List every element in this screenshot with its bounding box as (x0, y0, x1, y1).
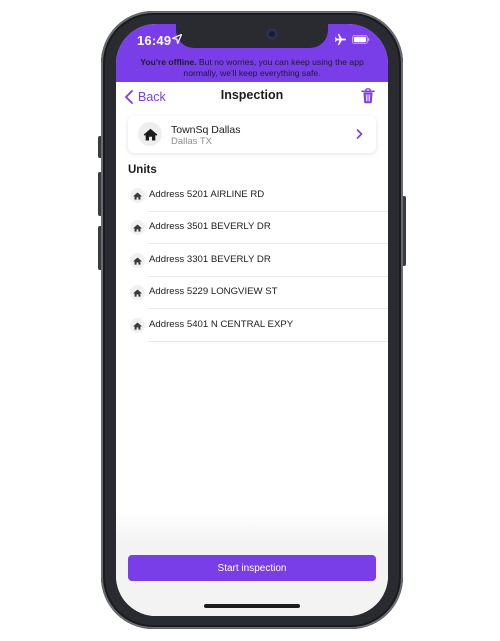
unit-icon (130, 253, 145, 268)
house-icon (133, 322, 142, 330)
house-icon (133, 224, 142, 232)
property-name: TownSq Dallas (171, 124, 241, 136)
offline-text-line1: But no worries, you can keep using the a… (196, 57, 364, 67)
page-title: Inspection (220, 88, 284, 102)
house-icon (143, 128, 157, 140)
notch (176, 24, 328, 48)
front-camera (266, 28, 278, 40)
battery-icon (352, 35, 370, 44)
status-time: 16:49 (137, 33, 172, 48)
unit-row[interactable]: Address 3501 BEVERLY DR (128, 212, 388, 244)
unit-icon (130, 188, 145, 203)
footer-fade (116, 512, 388, 542)
unit-label: Address 5401 N CENTRAL EXPY (149, 319, 294, 330)
start-inspection-button[interactable]: Start inspection (128, 555, 376, 581)
unit-icon (130, 285, 145, 300)
app-screen: 16:49 You're offline. But no worries, yo… (116, 24, 388, 616)
device-frame: 16:49 You're offline. But no worries, yo… (0, 0, 500, 641)
home-indicator[interactable] (204, 604, 300, 608)
offline-title: You're offline. (140, 57, 197, 67)
unit-row[interactable]: Address 5401 N CENTRAL EXPY (128, 310, 388, 342)
property-card[interactable]: TownSq Dallas Dallas TX (128, 116, 376, 153)
row-divider (148, 341, 388, 342)
offline-message: You're offline. But no worries, you can … (116, 57, 388, 79)
unit-label: Address 3501 BEVERLY DR (149, 221, 271, 232)
unit-row[interactable]: Address 3301 BEVERLY DR (128, 245, 388, 277)
property-location: Dallas TX (171, 136, 213, 147)
row-divider (148, 243, 388, 244)
property-avatar (138, 122, 162, 146)
airplane-mode-icon (334, 33, 347, 46)
location-arrow-icon (172, 34, 182, 44)
offline-banner: 16:49 You're offline. But no worries, yo… (116, 24, 388, 82)
house-icon (133, 289, 142, 297)
unit-label: Address 5229 LONGVIEW ST (149, 286, 278, 297)
chevron-right-icon (356, 129, 363, 139)
trash-icon[interactable] (361, 88, 375, 104)
unit-row[interactable]: Address 5229 LONGVIEW ST (128, 277, 388, 309)
house-icon (133, 257, 142, 265)
navigation-bar: Back Inspection (116, 82, 388, 112)
units-heading: Units (128, 164, 157, 176)
offline-text-line2: normally, we'll keep everything safe. (183, 68, 321, 78)
house-icon (133, 192, 142, 200)
unit-icon (130, 220, 145, 235)
unit-row[interactable]: Address 5201 AIRLINE RD (128, 180, 388, 212)
row-divider (148, 308, 388, 309)
unit-icon (130, 318, 145, 333)
unit-label: Address 5201 AIRLINE RD (149, 189, 265, 200)
unit-label: Address 3301 BEVERLY DR (149, 254, 271, 265)
